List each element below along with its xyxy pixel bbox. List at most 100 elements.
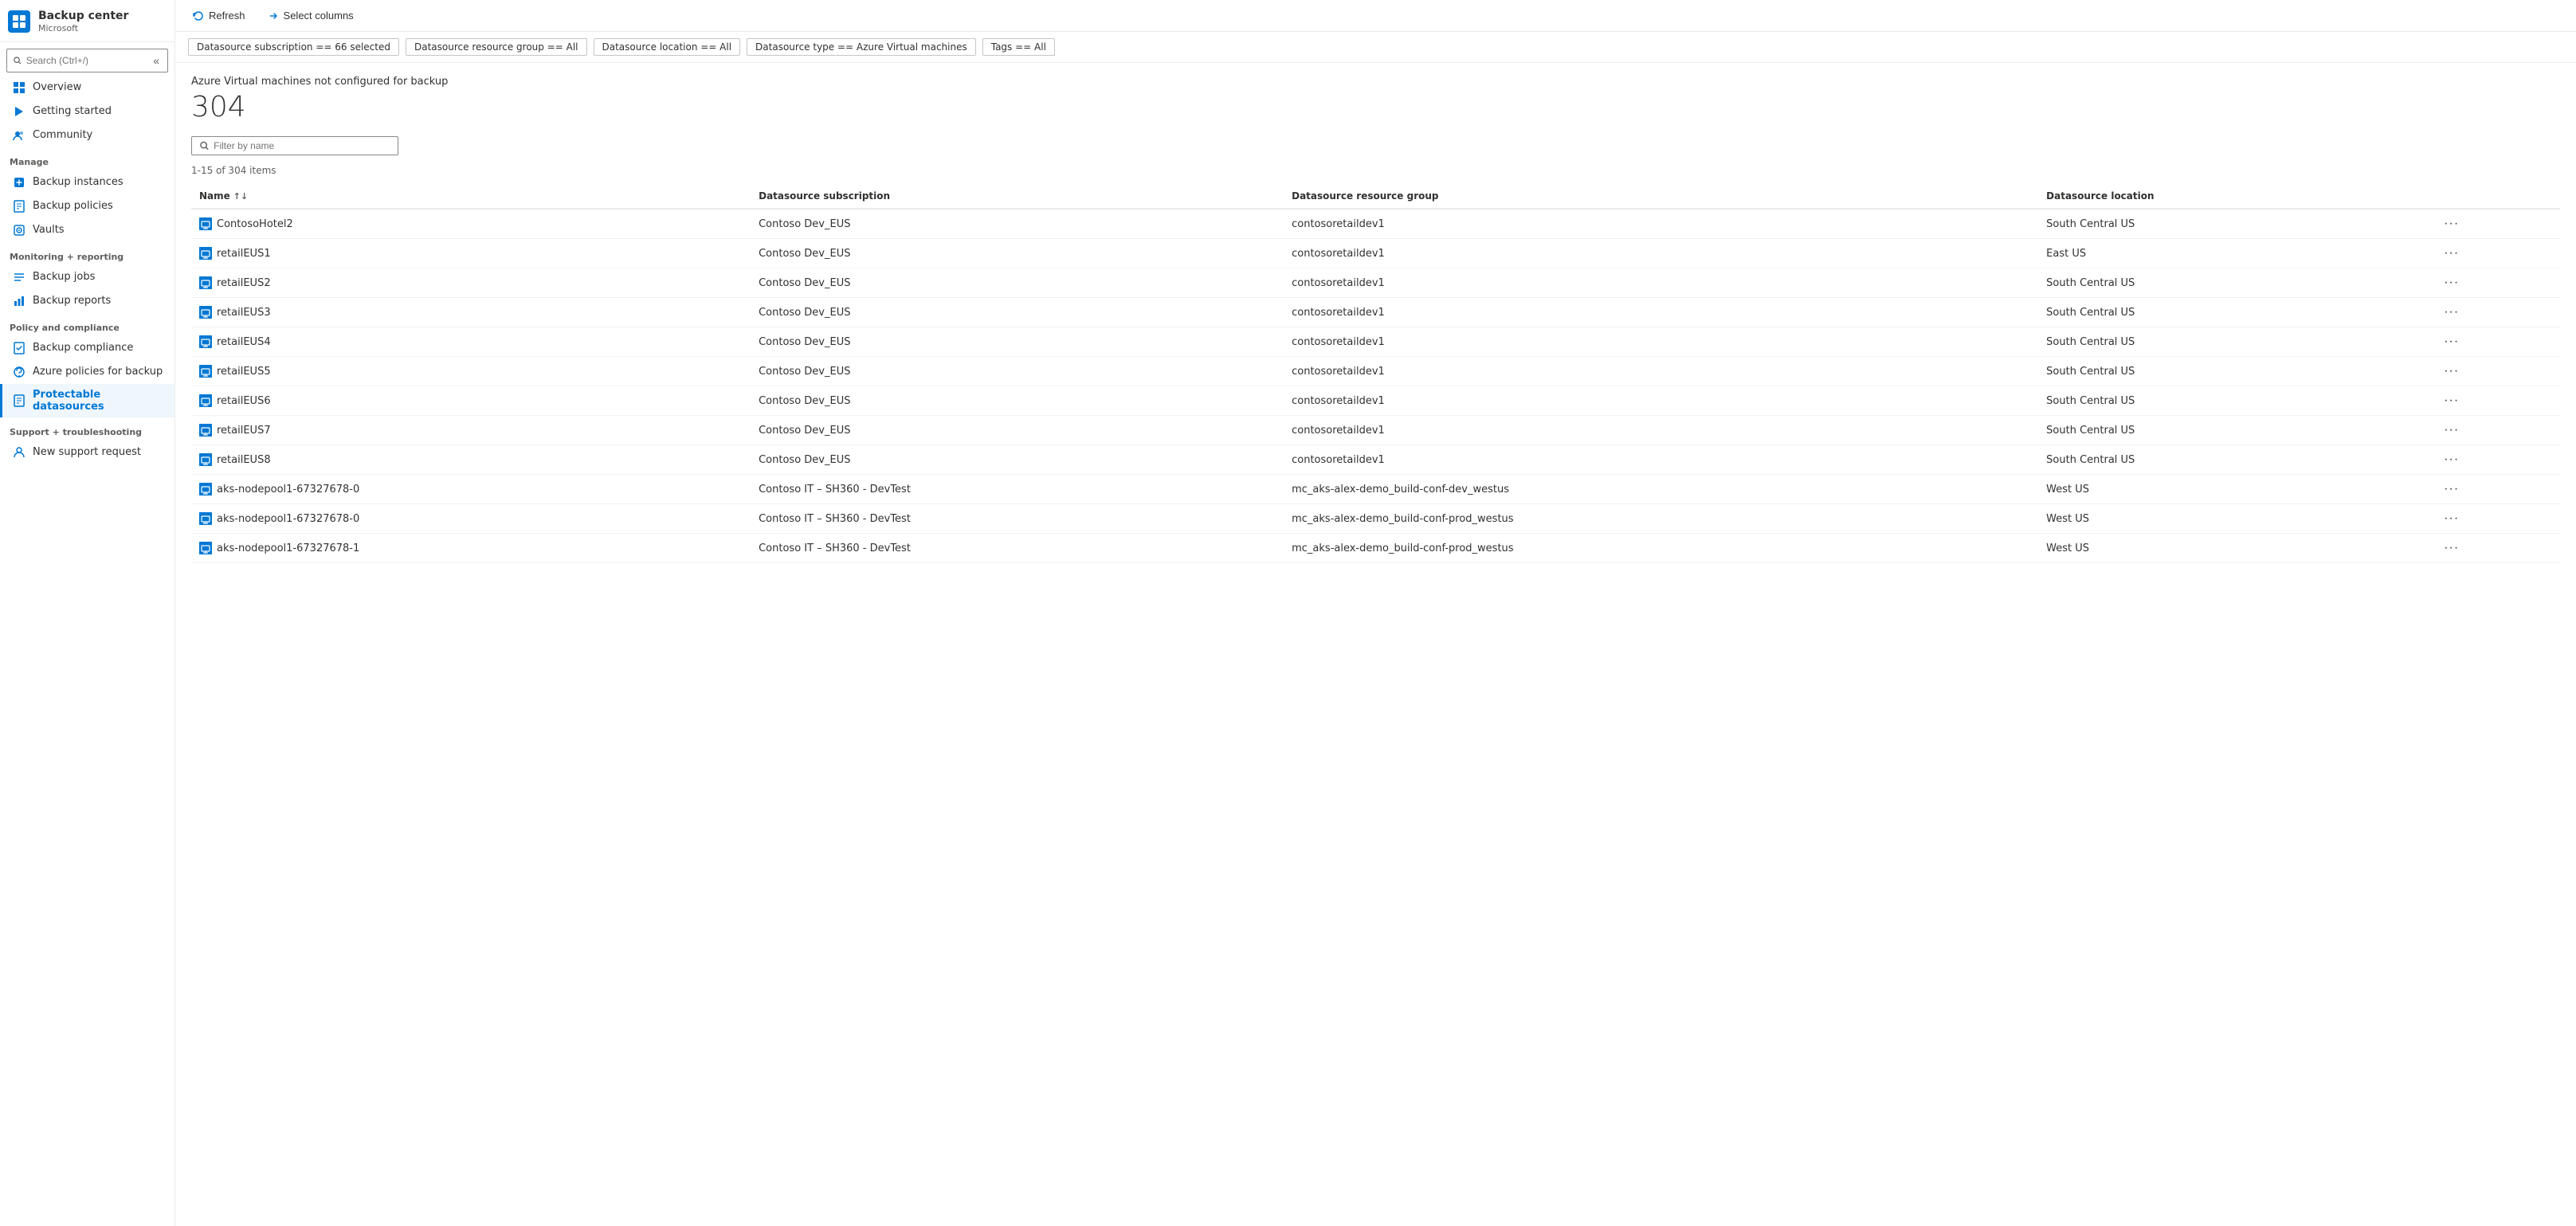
nav-icon-new-support-request	[12, 445, 26, 460]
filter-chip-1[interactable]: Datasource resource group == All	[406, 38, 587, 56]
cell-subscription-2: Contoso Dev_EUS	[751, 268, 1284, 298]
row-more-button-7[interactable]: ···	[2439, 421, 2464, 439]
filter-input-container[interactable]	[191, 136, 398, 155]
cell-more-8: ···	[2431, 445, 2560, 475]
vm-icon-9	[199, 483, 212, 495]
nav-icon-getting-started	[12, 104, 26, 119]
sidebar-item-getting-started[interactable]: Getting started	[0, 100, 174, 123]
sidebar-item-overview[interactable]: Overview	[0, 76, 174, 100]
row-more-button-8[interactable]: ···	[2439, 451, 2464, 468]
nav-icon-community	[12, 128, 26, 143]
sidebar-item-backup-policies[interactable]: Backup policies	[0, 194, 174, 218]
row-more-button-2[interactable]: ···	[2439, 274, 2464, 292]
row-more-button-5[interactable]: ···	[2439, 362, 2464, 380]
row-name-9: aks-nodepool1-67327678-0	[217, 484, 359, 495]
cell-location-10: West US	[2038, 504, 2431, 534]
nav-label-backup-jobs: Backup jobs	[33, 271, 95, 283]
cell-subscription-6: Contoso Dev_EUS	[751, 386, 1284, 416]
sidebar: Backup center Microsoft « Overview Getti…	[0, 0, 175, 1226]
search-box[interactable]: «	[6, 49, 168, 72]
toolbar: Refresh Select columns	[175, 0, 2576, 32]
sidebar-item-backup-jobs[interactable]: Backup jobs	[0, 265, 174, 289]
nav-section-label: Policy and compliance	[0, 313, 174, 336]
refresh-icon	[193, 10, 204, 22]
col-header-3: Datasource location	[2038, 184, 2431, 209]
vm-icon-1	[199, 247, 212, 260]
sidebar-item-new-support-request[interactable]: New support request	[0, 441, 174, 464]
row-more-button-10[interactable]: ···	[2439, 510, 2464, 527]
nav-label-backup-compliance: Backup compliance	[33, 342, 133, 354]
filter-chip-0[interactable]: Datasource subscription == 66 selected	[188, 38, 399, 56]
row-name-0: ContosoHotel2	[217, 218, 293, 230]
content-area: Azure Virtual machines not configured fo…	[175, 63, 2576, 1226]
sidebar-item-backup-instances[interactable]: Backup instances	[0, 170, 174, 194]
cell-resource-group-1: contosoretaildev1	[1284, 239, 2038, 268]
sidebar-item-vaults[interactable]: Vaults	[0, 218, 174, 242]
vm-icon-7	[199, 424, 212, 437]
cell-location-6: South Central US	[2038, 386, 2431, 416]
cell-resource-group-9: mc_aks-alex-demo_build-conf-dev_westus	[1284, 475, 2038, 504]
filter-chip-4[interactable]: Tags == All	[982, 38, 1055, 56]
nav-label-vaults: Vaults	[33, 224, 65, 236]
vm-icon-10	[199, 512, 212, 525]
filter-by-name-input[interactable]	[214, 140, 390, 151]
cell-subscription-3: Contoso Dev_EUS	[751, 298, 1284, 327]
collapse-button[interactable]: «	[151, 53, 161, 69]
cell-more-5: ···	[2431, 357, 2560, 386]
cell-location-8: South Central US	[2038, 445, 2431, 475]
datasources-table: Name↑↓Datasource subscriptionDatasource …	[191, 184, 2560, 563]
nav-label-azure-policies: Azure policies for backup	[33, 366, 163, 378]
filter-bar: Datasource subscription == 66 selected Da…	[175, 32, 2576, 63]
cell-location-9: West US	[2038, 475, 2431, 504]
cell-more-1: ···	[2431, 239, 2560, 268]
filter-chip-2[interactable]: Datasource location == All	[594, 38, 741, 56]
cell-name-7: retailEUS7	[191, 416, 751, 445]
nav-label-overview: Overview	[33, 81, 81, 93]
sidebar-header: Backup center Microsoft	[0, 0, 174, 42]
row-name-1: retailEUS1	[217, 248, 271, 260]
cell-subscription-10: Contoso IT – SH360 - DevTest	[751, 504, 1284, 534]
cell-more-0: ···	[2431, 209, 2560, 239]
app-title-block: Backup center Microsoft	[38, 10, 128, 33]
sidebar-item-azure-policies[interactable]: Azure policies for backup	[0, 360, 174, 384]
refresh-button[interactable]: Refresh	[188, 6, 250, 25]
cell-name-8: retailEUS8	[191, 445, 751, 475]
row-more-button-4[interactable]: ···	[2439, 333, 2464, 351]
nav-icon-backup-instances	[12, 175, 26, 190]
col-header-0[interactable]: Name↑↓	[191, 184, 751, 209]
row-name-10: aks-nodepool1-67327678-0	[217, 513, 359, 525]
row-more-button-3[interactable]: ···	[2439, 304, 2464, 321]
table-row: retailEUS1 Contoso Dev_EUScontosoretaild…	[191, 239, 2560, 268]
select-columns-button[interactable]: Select columns	[263, 6, 359, 25]
row-name-11: aks-nodepool1-67327678-1	[217, 542, 359, 554]
col-header-2: Datasource resource group	[1284, 184, 2038, 209]
sidebar-nav: Overview Getting started Community Manag…	[0, 76, 174, 464]
row-more-button-0[interactable]: ···	[2439, 215, 2464, 233]
sidebar-item-community[interactable]: Community	[0, 123, 174, 147]
cell-resource-group-4: contosoretaildev1	[1284, 327, 2038, 357]
row-name-2: retailEUS2	[217, 277, 271, 289]
cell-name-9: aks-nodepool1-67327678-0	[191, 475, 751, 504]
row-more-button-11[interactable]: ···	[2439, 539, 2464, 557]
row-name-4: retailEUS4	[217, 336, 271, 348]
sidebar-item-backup-compliance[interactable]: Backup compliance	[0, 336, 174, 360]
cell-resource-group-3: contosoretaildev1	[1284, 298, 2038, 327]
row-more-button-9[interactable]: ···	[2439, 480, 2464, 498]
cell-resource-group-10: mc_aks-alex-demo_build-conf-prod_westus	[1284, 504, 2038, 534]
cell-name-0: ContosoHotel2	[191, 209, 751, 239]
filter-search-icon	[200, 141, 209, 151]
nav-icon-vaults	[12, 223, 26, 237]
nav-icon-azure-policies	[12, 365, 26, 379]
row-more-button-1[interactable]: ···	[2439, 245, 2464, 262]
cell-location-11: West US	[2038, 534, 2431, 563]
row-more-button-6[interactable]: ···	[2439, 392, 2464, 409]
col-header-1: Datasource subscription	[751, 184, 1284, 209]
table-row: retailEUS8 Contoso Dev_EUScontosoretaild…	[191, 445, 2560, 475]
cell-resource-group-8: contosoretaildev1	[1284, 445, 2038, 475]
row-name-7: retailEUS7	[217, 425, 271, 437]
col-header-actions	[2431, 184, 2560, 209]
sidebar-item-protectable-datasources[interactable]: Protectable datasources	[0, 384, 174, 417]
filter-chip-3[interactable]: Datasource type == Azure Virtual machine…	[747, 38, 976, 56]
sidebar-item-backup-reports[interactable]: Backup reports	[0, 289, 174, 313]
search-input[interactable]	[26, 55, 146, 66]
